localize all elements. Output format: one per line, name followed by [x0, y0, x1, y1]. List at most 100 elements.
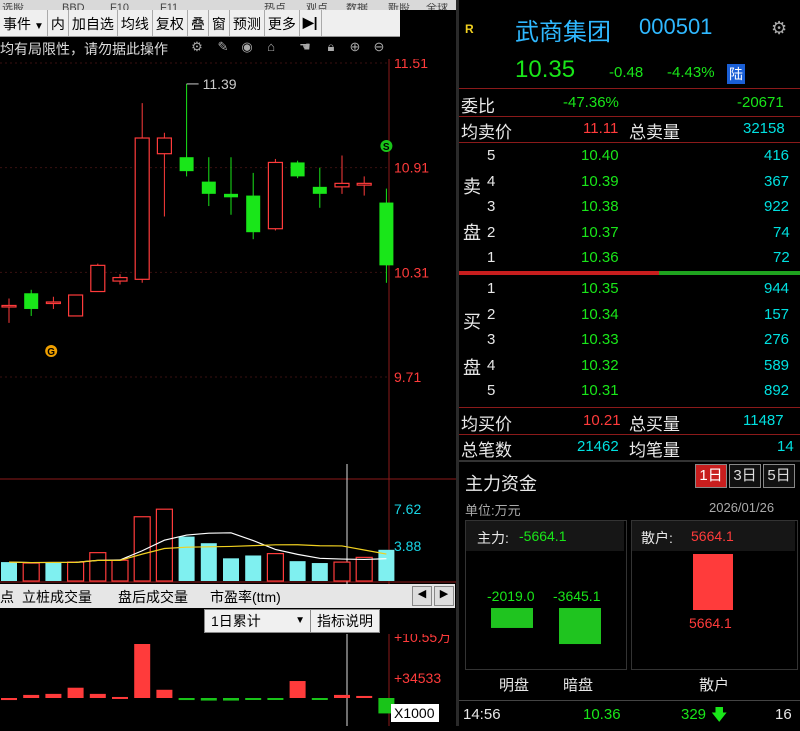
period-select[interactable]: 1日累计 ▼: [204, 609, 312, 633]
tab-scroll-right-icon[interactable]: ▶: [434, 586, 454, 606]
capital-bar: [267, 698, 284, 700]
hand-icon[interactable]: ☚: [298, 40, 312, 54]
toolbar-inner-button[interactable]: 内: [48, 10, 69, 36]
toolbar-ma-button[interactable]: 均线: [118, 10, 153, 36]
menu-strip-item[interactable]: 新股: [388, 0, 410, 10]
toolbar-add-watchlist-button[interactable]: 加自选: [69, 10, 118, 36]
webi-pct: -47.36%: [563, 94, 619, 111]
volume-bar: [111, 559, 129, 582]
pin-icon[interactable]: ▶|: [300, 10, 322, 36]
separator: [459, 434, 800, 435]
menu-strip-item[interactable]: F10: [110, 2, 129, 10]
capital-flow-chart[interactable]: +10.55万 +34533 X1000: [0, 634, 456, 726]
volume-bar: [155, 508, 173, 582]
indicator-explain-button[interactable]: 指标说明: [310, 609, 380, 633]
book-volume: 944: [764, 280, 790, 297]
candle-body: [45, 301, 62, 305]
tab-3d[interactable]: 3日: [729, 464, 761, 488]
tab-pile-volume[interactable]: 立桩成交量: [22, 587, 92, 607]
total-trades-label: 总笔数: [461, 441, 512, 460]
volume-bar: [355, 556, 373, 582]
grid-lines: [0, 59, 456, 584]
toolbar-overlay-button[interactable]: 叠: [188, 10, 209, 36]
r-badge: R: [465, 22, 474, 36]
tab-1d[interactable]: 1日: [695, 464, 727, 488]
draw-pen-icon[interactable]: ✎: [216, 40, 230, 54]
gear-icon[interactable]: ⚙: [190, 40, 204, 54]
candle-body: [67, 294, 84, 317]
tab-scroll-left-icon[interactable]: ◀: [412, 586, 432, 606]
bid-book: 买 盘 1 10.35 944 2 10.34 157 3 10.33 276 4 10.32 589…: [459, 276, 800, 404]
capital-bar: [178, 698, 195, 701]
menu-strip-item[interactable]: 选股: [2, 1, 24, 10]
menu-strip-item[interactable]: 观点: [306, 1, 328, 10]
menu-strip-item[interactable]: 全球: [426, 0, 448, 10]
book-price: 10.37: [581, 223, 619, 241]
main-force-value: -5664.1: [519, 528, 567, 544]
lock-icon[interactable]: 🔒︎: [324, 40, 338, 54]
toolbar-adjust-button[interactable]: 复权: [153, 10, 188, 36]
bar-mid-value: -3645.1: [553, 588, 601, 604]
candle-body: [156, 137, 172, 155]
ask-pressure-bar: [459, 271, 659, 275]
tab-prefix[interactable]: 点: [0, 587, 14, 607]
buy-side-label-2: 盘: [463, 358, 481, 378]
capital-bar: [1, 698, 17, 701]
volume-bar: [1, 562, 17, 581]
bar-left-value: -2019.0: [487, 588, 535, 604]
zoom-in-icon[interactable]: ⊕: [348, 40, 362, 54]
bar-left-label: 明盘: [499, 677, 530, 694]
total-trades: 21462: [577, 438, 619, 455]
book-level: 3: [487, 331, 496, 349]
tab-after-hours-volume[interactable]: 盘后成交量: [118, 587, 188, 607]
toolbar-more-button[interactable]: 更多: [265, 10, 300, 36]
tick-volume: 329: [681, 706, 707, 723]
tab-pe-ttm[interactable]: 市盈率(ttm): [210, 587, 281, 607]
eye-icon[interactable]: ◉: [240, 40, 254, 54]
volume-bar: [245, 555, 262, 581]
fund-flow-date: 2026/01/26: [709, 500, 775, 515]
gear-icon[interactable]: ⚙: [771, 18, 787, 39]
capital-bar: [200, 698, 217, 701]
separator: [459, 700, 800, 701]
book-level: 1: [487, 280, 496, 297]
chart-toolbar: 事件 ▼ 内 加自选 均线 复权 叠 窗 预测 更多 ▶|: [0, 10, 400, 37]
volume-bar: [66, 561, 85, 582]
book-volume: 922: [764, 198, 790, 216]
stock-name: 武商集团: [515, 19, 611, 46]
menu-strip-item[interactable]: 数据: [346, 0, 368, 10]
total-buy-volume: 11487: [743, 412, 784, 429]
zoom-out-icon[interactable]: ⊖: [372, 40, 386, 54]
bar-right: [693, 554, 733, 610]
arrow-down-icon: 🡇: [711, 707, 728, 724]
capital-bar: [89, 693, 106, 698]
tick-count: 16: [775, 706, 792, 723]
candle-body: [201, 181, 216, 194]
avg-trade-label: 均笔量: [629, 441, 680, 460]
kline-chart[interactable]: 11.39 G S 11.51 10.91 10.31 9.71 7.62 3.88: [0, 59, 456, 584]
candle-body: [179, 157, 194, 172]
avg-buy-price: 10.21: [583, 412, 621, 429]
book-volume: 276: [764, 331, 790, 349]
menu-strip-item[interactable]: F11: [160, 2, 178, 10]
capital-bar: [45, 693, 62, 698]
candle-body: [267, 161, 283, 230]
tab-5d[interactable]: 5日: [763, 464, 795, 488]
avg-buy-label: 均买价: [461, 415, 512, 434]
bar-left: [491, 608, 533, 628]
capital-bar: [311, 698, 328, 700]
basket-icon[interactable]: ⌂: [264, 40, 278, 54]
menu-strip-item[interactable]: BBD: [62, 2, 85, 10]
menu-strip-item[interactable]: 热点: [264, 1, 286, 10]
volume-bar: [45, 562, 62, 581]
last-price: 10.35: [515, 56, 576, 83]
toolbar-window-button[interactable]: 窗: [209, 10, 230, 36]
sell-side-label-1: 卖: [463, 177, 481, 197]
sell-signal-label: S: [383, 142, 390, 153]
toolbar-forecast-button[interactable]: 预测: [230, 10, 265, 36]
volume-bar: [200, 543, 217, 581]
volume-bar: [311, 563, 328, 581]
toolbar-event-button[interactable]: 事件 ▼: [0, 10, 48, 36]
volume-ma-line: [8, 544, 387, 564]
capital-bar: [67, 687, 84, 698]
